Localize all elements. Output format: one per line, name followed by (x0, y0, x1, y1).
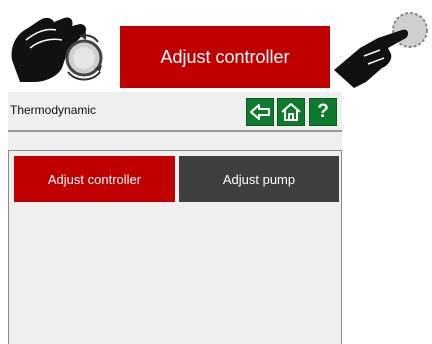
device-screen: Thermodynamic ? Adjust controller Adjust… (8, 92, 342, 344)
back-button[interactable] (246, 98, 274, 126)
hand-turning-knob-icon (6, 10, 110, 92)
header-divider (8, 130, 342, 132)
home-icon (280, 102, 302, 122)
adjust-controller-action-button[interactable]: Adjust controller (120, 26, 330, 88)
home-button[interactable] (277, 98, 305, 126)
screen-title: Thermodynamic (10, 103, 97, 117)
help-label: ? (317, 101, 329, 122)
tab-adjust-pump[interactable]: Adjust pump (179, 156, 339, 202)
screen-header: Thermodynamic ? (8, 92, 342, 130)
tab-adjust-controller[interactable]: Adjust controller (14, 156, 175, 202)
hand-pressing-button-icon (330, 8, 432, 94)
help-button[interactable]: ? (309, 98, 337, 126)
arrow-left-icon (249, 103, 271, 121)
